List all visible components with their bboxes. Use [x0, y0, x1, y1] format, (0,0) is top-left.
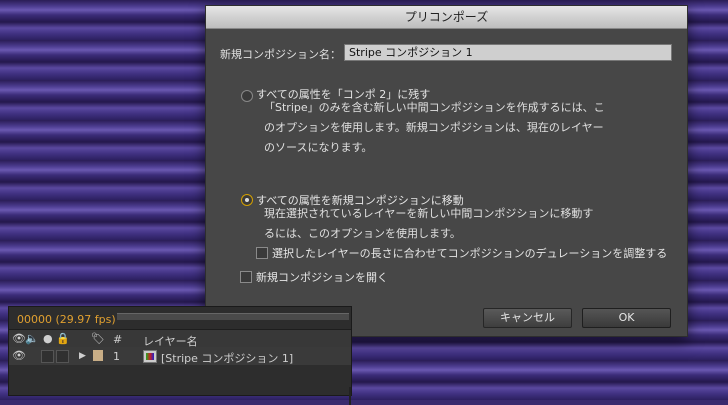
- precompose-dialog: プリコンポーズ 新規コンポジション名： Stripe コンポジション 1 すべて…: [205, 5, 688, 337]
- layer-number: 1: [113, 350, 120, 363]
- solo-toggle[interactable]: [41, 350, 54, 363]
- layer-label-color[interactable]: [93, 350, 103, 361]
- radio-move-attributes[interactable]: [241, 194, 253, 206]
- desc-line: るには、このオプションを使用します。: [264, 227, 461, 240]
- desc-line: 「Stripe」のみを含む新しい中間コンポジションを作成するには、こ: [264, 101, 605, 114]
- layer-column-header: 👁 🔈 ● 🔒 🏷 # レイヤー名: [9, 329, 351, 349]
- lock-icon[interactable]: 🔒: [56, 332, 70, 345]
- speaker-icon[interactable]: 🔈: [25, 332, 39, 345]
- option-move-attributes-description: 現在選択されているレイヤーを新しい中間コンポジションに移動す るには、このオプシ…: [264, 204, 664, 244]
- column-number-header: #: [113, 333, 123, 346]
- desc-line: 現在選択されているレイヤーを新しい中間コンポジションに移動す: [264, 207, 594, 220]
- label-tag-icon[interactable]: 🏷: [91, 332, 105, 345]
- solo-dot-icon[interactable]: ●: [43, 332, 53, 345]
- checkbox-open-composition[interactable]: [240, 271, 252, 283]
- checkbox-open-composition-label[interactable]: 新規コンポジションを開く: [256, 269, 388, 285]
- radio-leave-attributes[interactable]: [241, 90, 253, 102]
- option-leave-attributes-description: 「Stripe」のみを含む新しい中間コンポジションを作成するには、こ のオプショ…: [264, 98, 664, 158]
- expand-triangle-icon[interactable]: ▶: [79, 351, 86, 361]
- composition-name-label: 新規コンポジション名：: [220, 48, 341, 61]
- eye-icon[interactable]: 👁: [12, 332, 26, 345]
- lock-toggle[interactable]: [56, 350, 69, 363]
- cancel-button[interactable]: キャンセル: [483, 308, 572, 328]
- checkbox-adjust-duration-label[interactable]: 選択したレイヤーの長さに合わせてコンポジションのデュレーションを調整する: [272, 245, 667, 261]
- layer-row[interactable]: 👁 ▶ 1 [Stripe コンポジション 1]: [9, 347, 351, 405]
- timecode-display[interactable]: 00000 (29.97 fps): [17, 313, 116, 326]
- dialog-title: プリコンポーズ: [206, 6, 687, 29]
- timeline-search-bar[interactable]: [117, 313, 349, 320]
- panel-divider: [349, 387, 351, 405]
- timeline-panel: 00000 (29.97 fps) 👁 🔈 ● 🔒 🏷 # レイヤー名 👁 ▶ …: [8, 306, 352, 405]
- layer-name[interactable]: [Stripe コンポジション 1]: [161, 350, 293, 366]
- desc-line: のソースになります。: [264, 141, 373, 154]
- ok-button[interactable]: OK: [582, 308, 671, 328]
- eye-icon[interactable]: 👁: [12, 349, 26, 362]
- composition-icon: [143, 350, 157, 363]
- checkbox-adjust-duration[interactable]: [256, 247, 268, 259]
- desc-line: のオプションを使用します。新規コンポジションは、現在のレイヤー: [264, 121, 604, 134]
- composition-name-input[interactable]: Stripe コンポジション 1: [344, 44, 672, 61]
